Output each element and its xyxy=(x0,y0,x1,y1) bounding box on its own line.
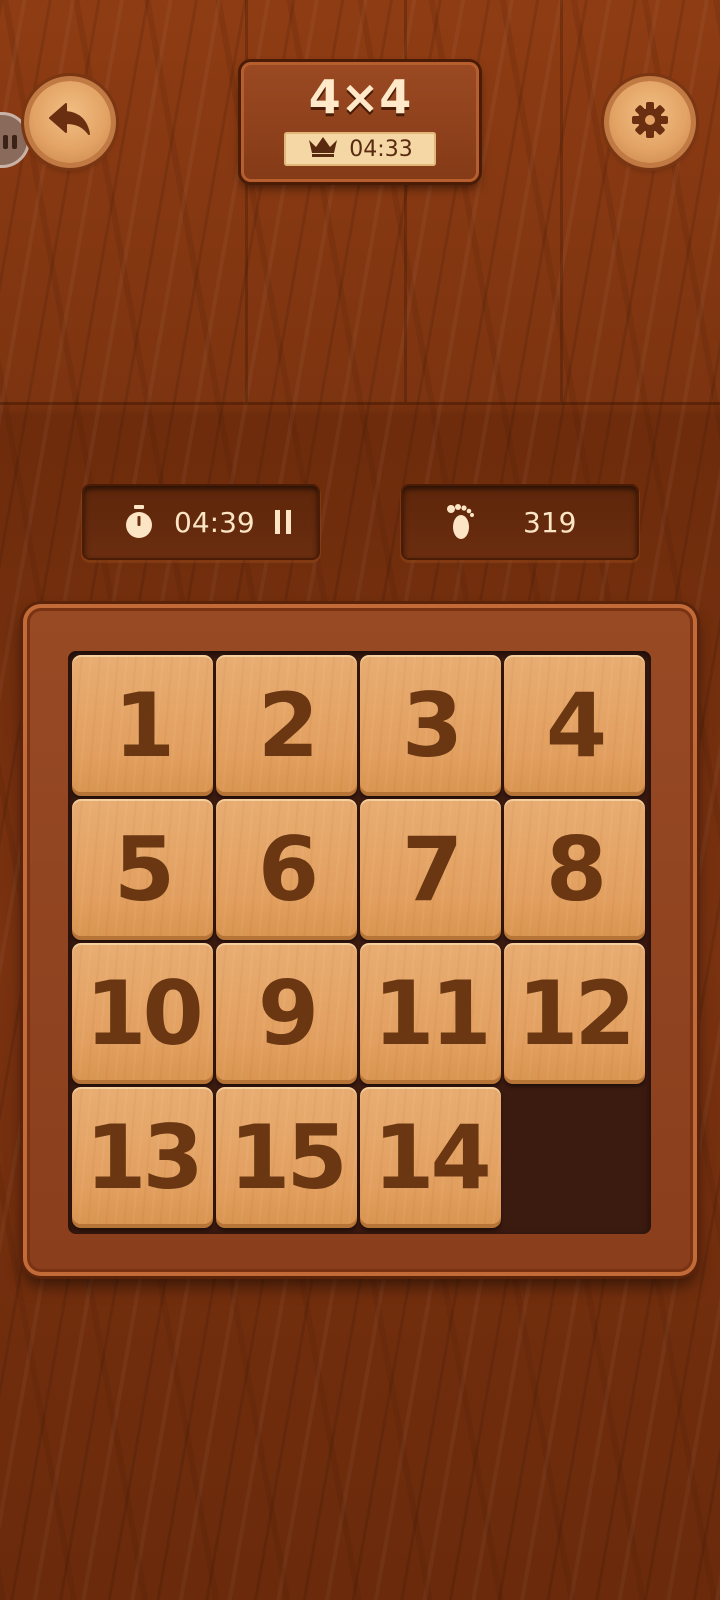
best-time-box: 04:33 xyxy=(284,132,436,166)
tile-1[interactable]: 1 xyxy=(72,655,213,796)
wood-plank-seam xyxy=(560,0,563,402)
pause-icon[interactable] xyxy=(274,510,291,534)
tile-8[interactable]: 8 xyxy=(504,799,645,940)
footprint-icon xyxy=(445,503,475,541)
tile-10[interactable]: 10 xyxy=(72,943,213,1084)
wood-plank-seam xyxy=(245,0,248,402)
tile-12[interactable]: 12 xyxy=(504,943,645,1084)
board-size-title: 4×4 xyxy=(308,70,412,124)
gear-icon xyxy=(629,99,671,145)
best-time-value: 04:33 xyxy=(349,136,413,162)
wood-plank-seam xyxy=(0,402,720,405)
floating-assistant-handle[interactable] xyxy=(0,112,30,168)
tile-7[interactable]: 7 xyxy=(360,799,501,940)
moves-panel: 319 xyxy=(403,486,637,558)
moves-count: 319 xyxy=(523,505,577,539)
tile-2[interactable]: 2 xyxy=(216,655,357,796)
crown-icon xyxy=(307,134,339,164)
settings-button[interactable] xyxy=(609,81,691,163)
tile-4[interactable]: 4 xyxy=(504,655,645,796)
timer-value: 04:39 xyxy=(174,505,255,539)
tile-14[interactable]: 14 xyxy=(360,1087,501,1228)
tile-9[interactable]: 9 xyxy=(216,943,357,1084)
tile-11[interactable]: 11 xyxy=(360,943,501,1084)
wood-plank-seam xyxy=(404,0,407,402)
tile-6[interactable]: 6 xyxy=(216,799,357,940)
stopwatch-icon xyxy=(122,504,156,540)
tile-13[interactable]: 13 xyxy=(72,1087,213,1228)
tile-3[interactable]: 3 xyxy=(360,655,501,796)
level-plaque: 4×4 04:33 xyxy=(241,62,479,182)
timer-panel: 04:39 xyxy=(84,486,318,558)
back-button[interactable] xyxy=(29,81,111,163)
tile-15[interactable]: 15 xyxy=(216,1087,357,1228)
tile-5[interactable]: 5 xyxy=(72,799,213,940)
back-arrow-icon xyxy=(46,100,94,144)
